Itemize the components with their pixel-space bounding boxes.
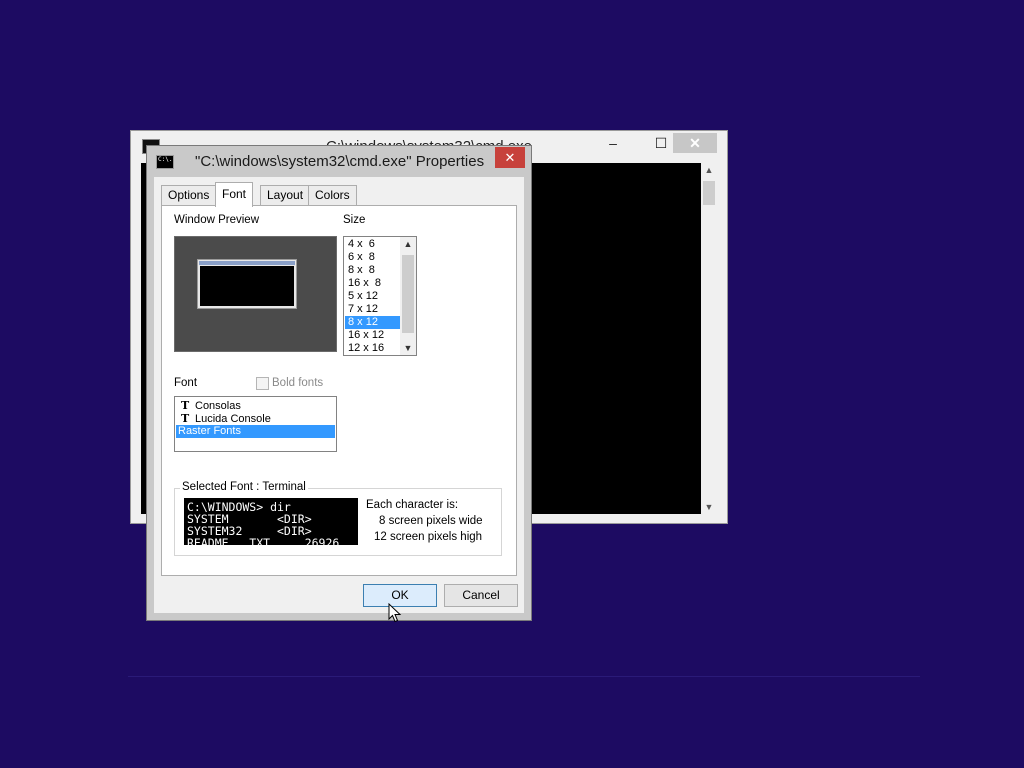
desktop-line bbox=[128, 676, 920, 677]
cmd-icon: C:\. bbox=[156, 155, 174, 169]
scroll-down-icon[interactable]: ▼ bbox=[400, 343, 416, 353]
selected-font-title: Selected Font : Terminal bbox=[180, 481, 308, 493]
bold-fonts-label[interactable]: Bold fonts bbox=[272, 377, 323, 389]
cancel-button[interactable]: Cancel bbox=[444, 584, 518, 607]
dialog-title: "C:\windows\system32\cmd.exe" Properties bbox=[195, 153, 485, 170]
size-scrollbar[interactable]: ▲ ▼ bbox=[400, 237, 416, 355]
size-option[interactable]: 16 x 12 bbox=[345, 329, 402, 342]
pixels-wide-label: 8 screen pixels wide bbox=[379, 515, 483, 527]
font-label: Font bbox=[174, 377, 198, 389]
each-character-label: Each character is: bbox=[366, 499, 459, 511]
size-option[interactable]: 8 x 8 bbox=[345, 264, 402, 277]
size-option[interactable]: 6 x 8 bbox=[345, 251, 402, 264]
tab-font[interactable]: Font bbox=[215, 182, 254, 207]
font-option-lucida-console[interactable]: T Lucida Console bbox=[176, 412, 335, 425]
size-listbox[interactable]: 4 x 6 6 x 8 8 x 8 16 x 8 5 x 12 7 x 12 8… bbox=[343, 236, 417, 356]
preview-screen bbox=[200, 266, 294, 306]
scroll-down-icon[interactable]: ▼ bbox=[701, 502, 717, 512]
scroll-up-icon[interactable]: ▲ bbox=[400, 239, 416, 249]
pixels-high-label: 12 screen pixels high bbox=[374, 531, 483, 543]
window-preview-label: Window Preview bbox=[174, 214, 259, 226]
preview-titlebar bbox=[199, 261, 295, 265]
size-option[interactable]: 4 x 6 bbox=[345, 238, 402, 251]
minimize-button[interactable]: – bbox=[591, 133, 635, 153]
font-tab-panel: Window Preview Size 4 x 6 6 x 8 8 x 8 16… bbox=[161, 205, 517, 576]
properties-dialog: C:\. "C:\windows\system32\cmd.exe" Prope… bbox=[146, 145, 532, 621]
scroll-up-icon[interactable]: ▲ bbox=[701, 165, 717, 175]
font-listbox[interactable]: T Consolas T Lucida Console Raster Fonts bbox=[174, 396, 337, 452]
truetype-icon: T bbox=[181, 412, 190, 425]
font-sample: C:\WINDOWS> dir SYSTEM <DIR> SYSTEM32 <D… bbox=[184, 498, 358, 545]
size-scroll-thumb[interactable] bbox=[402, 255, 414, 333]
size-option-selected[interactable]: 8 x 12 bbox=[345, 316, 402, 329]
size-option[interactable]: 5 x 12 bbox=[345, 290, 402, 303]
window-preview bbox=[174, 236, 337, 352]
tab-options[interactable]: Options bbox=[161, 185, 217, 205]
tab-colors[interactable]: Colors bbox=[308, 185, 357, 205]
dialog-close-button[interactable]: ✕ bbox=[495, 147, 525, 168]
size-option[interactable]: 16 x 8 bbox=[345, 277, 402, 290]
sample-line: README TXT 26926 bbox=[187, 536, 340, 545]
truetype-icon: T bbox=[181, 399, 190, 412]
size-label: Size bbox=[343, 214, 366, 226]
font-option-consolas[interactable]: T Consolas bbox=[176, 399, 335, 412]
bold-fonts-checkbox[interactable] bbox=[256, 377, 269, 390]
dialog-body: Options Font Layout Colors Window Previe… bbox=[154, 177, 524, 613]
preview-window bbox=[197, 259, 297, 309]
console-scrollbar[interactable]: ▲ ▼ bbox=[701, 163, 717, 514]
size-option[interactable]: 12 x 16 bbox=[345, 342, 402, 355]
font-option-raster-fonts[interactable]: Raster Fonts bbox=[176, 425, 335, 438]
console-close-button[interactable]: ✕ bbox=[673, 133, 717, 153]
size-option[interactable]: 7 x 12 bbox=[345, 303, 402, 316]
mouse-cursor-icon bbox=[388, 603, 402, 623]
scroll-thumb[interactable] bbox=[703, 181, 715, 205]
tab-layout[interactable]: Layout bbox=[260, 185, 311, 205]
